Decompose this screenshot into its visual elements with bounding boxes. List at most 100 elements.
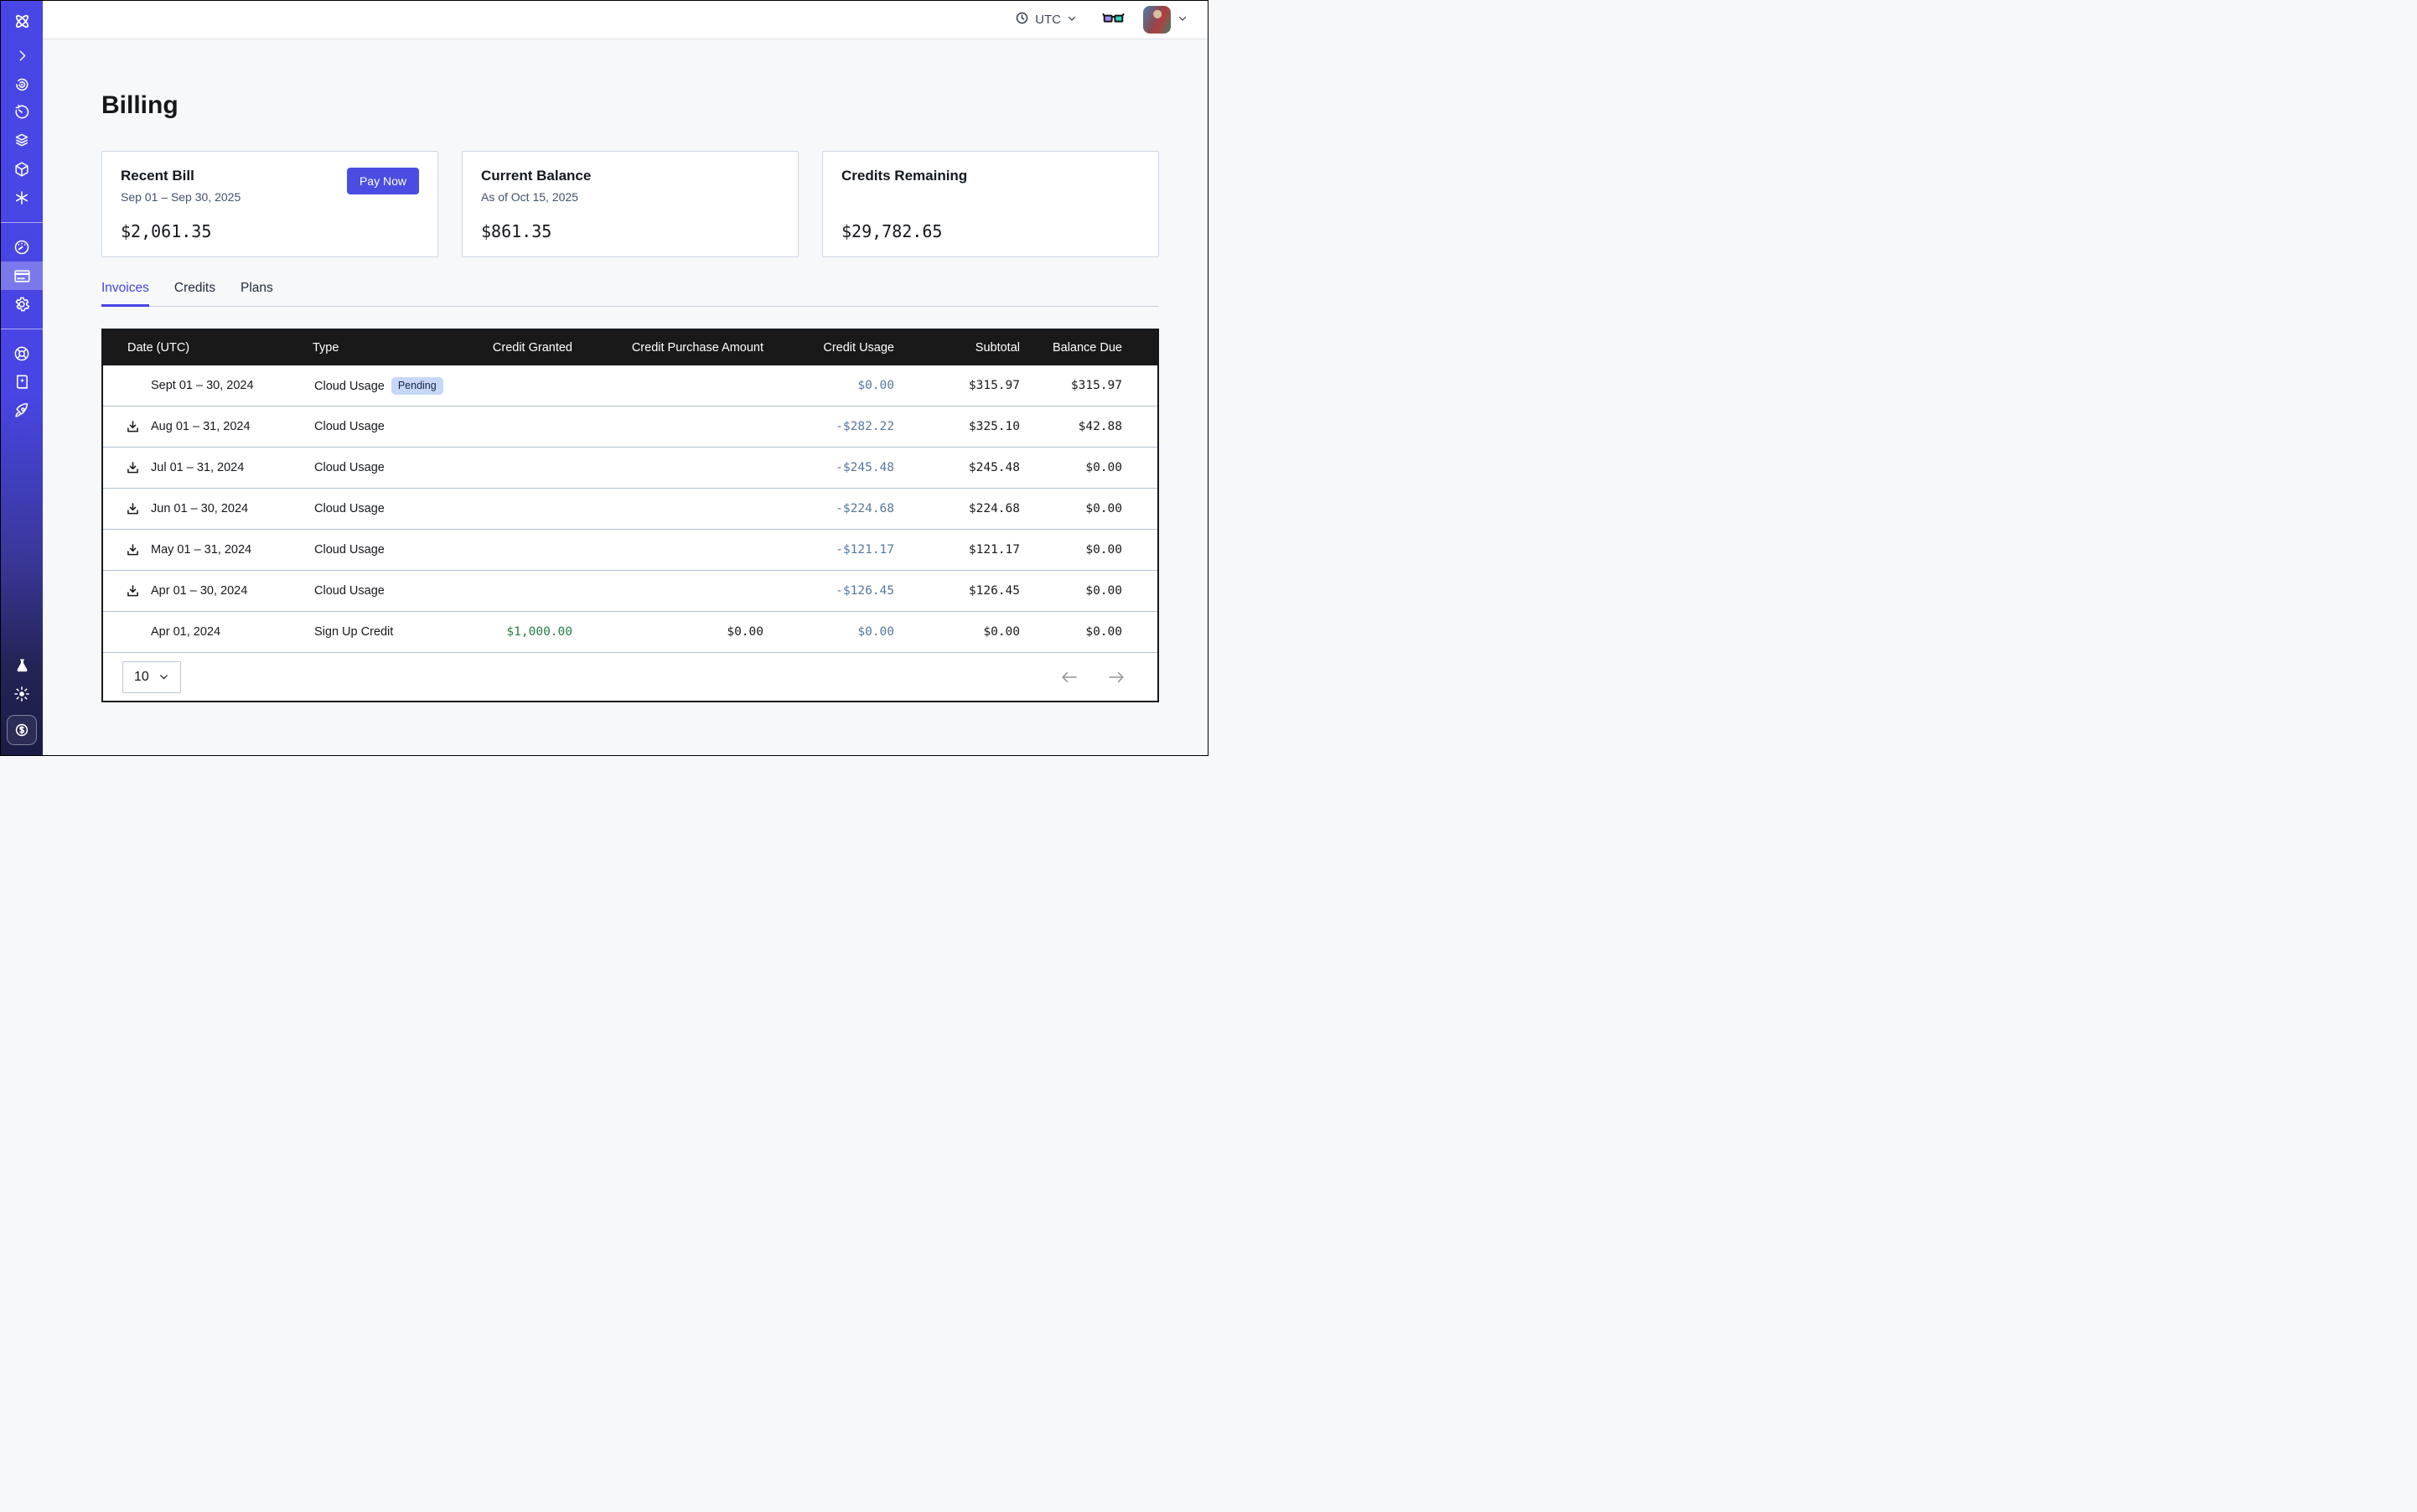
invoice-type: Cloud UsagePending <box>313 365 455 406</box>
chevron-down-icon <box>1177 13 1188 28</box>
summary-cards: Recent Bill Sep 01 – Sep 30, 2025 Pay No… <box>101 151 1208 257</box>
tab-invoices[interactable]: Invoices <box>101 281 149 306</box>
credit-usage-value: $0.00 <box>763 365 894 406</box>
chevron-down-icon <box>158 671 169 682</box>
pay-now-button[interactable]: Pay Now <box>347 168 419 194</box>
download-invoice-icon[interactable] <box>126 461 140 475</box>
column-header-credit-granted: Credit Granted <box>455 330 572 365</box>
credit-usage-value: -$126.45 <box>763 571 894 612</box>
avatar <box>1143 6 1171 34</box>
timezone-selector[interactable]: UTC <box>1015 11 1077 28</box>
card-amount: $29,782.65 <box>841 221 1140 241</box>
account-menu[interactable] <box>1143 6 1188 34</box>
gauge-icon <box>13 238 31 256</box>
subtotal-value: $126.45 <box>894 571 1020 612</box>
sidebar-item-packages[interactable] <box>1 155 43 184</box>
download-invoice-icon[interactable] <box>126 420 140 434</box>
sidebar-divider <box>1 222 43 223</box>
sidebar-item-history[interactable] <box>1 98 43 127</box>
credit-usage-value: -$245.48 <box>763 448 894 489</box>
prev-page-button[interactable] <box>1060 671 1079 683</box>
column-header-date: Date (UTC) <box>103 330 313 365</box>
sun-icon <box>13 685 31 703</box>
balance-due-value: $0.00 <box>1020 448 1157 489</box>
invoice-table-body: Sept 01 – 30, 2024Cloud UsagePending$0.0… <box>103 365 1157 652</box>
card-title: Credits Remaining <box>841 168 967 184</box>
sidebar-item-layers[interactable] <box>1 127 43 155</box>
credit-card-icon <box>13 267 32 286</box>
credit-purchase-value <box>572 571 763 612</box>
current-balance-card: Current Balance As of Oct 15, 2025 $861.… <box>462 151 799 257</box>
sidebar-item-usage[interactable] <box>1 233 43 261</box>
layers-icon <box>13 132 31 150</box>
subtotal-value: $245.48 <box>894 448 1020 489</box>
chevron-down-icon <box>1067 13 1077 27</box>
invoice-type: Cloud Usage <box>313 571 455 612</box>
sidebar-item-billing[interactable] <box>1 261 43 290</box>
reader-glasses-button[interactable] <box>1102 10 1125 30</box>
credit-purchase-value <box>572 406 763 448</box>
table-row: Jul 01 – 31, 2024Cloud Usage-$245.48$245… <box>103 448 1157 489</box>
credit-granted-value <box>455 530 572 571</box>
sidebar-item-theme[interactable] <box>1 680 43 708</box>
app-logo[interactable] <box>1 1 43 41</box>
page-title: Billing <box>101 91 1208 120</box>
book-sparkle-icon <box>13 373 31 391</box>
app-window: UTC <box>1 1 1208 755</box>
credit-purchase-value <box>572 448 763 489</box>
table-row: Apr 01 – 30, 2024Cloud Usage-$126.45$126… <box>103 571 1157 612</box>
subtotal-value: $121.17 <box>894 530 1020 571</box>
sidebar-item-expand[interactable] <box>1 41 43 70</box>
card-amount: $861.35 <box>481 221 779 241</box>
sidebar-item-credits-offer[interactable] <box>7 715 37 745</box>
page-size-value: 10 <box>134 670 149 685</box>
credit-usage-value: -$121.17 <box>763 530 894 571</box>
arrow-left-icon <box>1060 671 1079 683</box>
sidebar-item-getting-started[interactable] <box>1 396 43 425</box>
invoice-type: Cloud Usage <box>313 489 455 530</box>
credit-purchase-value <box>572 530 763 571</box>
card-title: Current Balance <box>481 168 591 184</box>
recent-bill-card: Recent Bill Sep 01 – Sep 30, 2025 Pay No… <box>101 151 438 257</box>
credit-purchase-value <box>572 489 763 530</box>
next-page-button[interactable] <box>1107 671 1126 683</box>
download-invoice-icon[interactable] <box>126 584 140 598</box>
tab-credits[interactable]: Credits <box>174 281 215 306</box>
sidebar-item-support[interactable] <box>1 339 43 368</box>
subtotal-value: $325.10 <box>894 406 1020 448</box>
sidebar-item-docs[interactable] <box>1 368 43 396</box>
tab-plans[interactable]: Plans <box>241 281 273 306</box>
sidebar-nav <box>1 41 43 425</box>
sidebar-item-settings[interactable] <box>1 290 43 318</box>
credit-granted-value <box>455 448 572 489</box>
download-invoice-icon[interactable] <box>126 502 140 516</box>
timezone-label: UTC <box>1035 13 1061 27</box>
chevron-right-icon <box>13 47 31 65</box>
page-size-select[interactable]: 10 <box>122 661 181 693</box>
credit-granted-value <box>455 571 572 612</box>
balance-due-value: $0.00 <box>1020 571 1157 612</box>
main-area: UTC <box>43 1 1208 755</box>
credit-usage-value: $0.00 <box>763 612 894 653</box>
balance-due-value: $0.00 <box>1020 489 1157 530</box>
balance-due-value: $0.00 <box>1020 612 1157 653</box>
sidebar-bottom-nav <box>1 651 43 755</box>
balance-due-value: $315.97 <box>1020 365 1157 406</box>
table-footer: 10 <box>103 652 1157 701</box>
gear-icon <box>13 295 31 313</box>
topbar: UTC <box>43 1 1208 39</box>
invoices-table: Date (UTC) Type Credit Granted Credit Pu… <box>101 329 1159 702</box>
sidebar-item-labs[interactable] <box>1 651 43 680</box>
sidebar-item-services[interactable] <box>1 184 43 212</box>
credits-remaining-card: Credits Remaining $29,782.65 <box>822 151 1159 257</box>
sidebar-item-observe[interactable] <box>1 70 43 98</box>
invoice-type: Cloud Usage <box>313 406 455 448</box>
invoice-date: May 01 – 31, 2024 <box>103 530 313 571</box>
billing-tabs: Invoices Credits Plans <box>101 281 1159 307</box>
card-title: Recent Bill <box>121 168 241 184</box>
clock-icon <box>1015 11 1029 28</box>
download-invoice-icon[interactable] <box>126 543 140 557</box>
monitor-eye-icon <box>13 75 31 93</box>
card-subtitle: As of Oct 15, 2025 <box>481 190 591 204</box>
history-clock-icon <box>13 103 31 122</box>
